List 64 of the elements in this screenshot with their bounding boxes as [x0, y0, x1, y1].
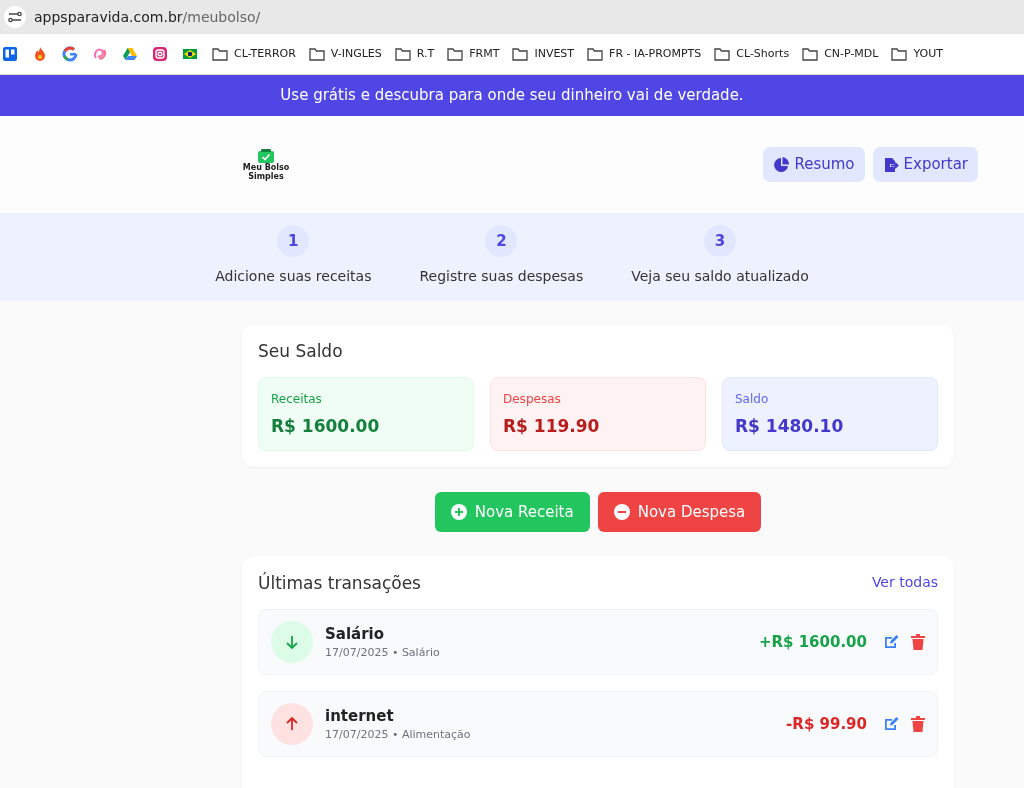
folder-icon — [587, 47, 604, 61]
bookmark-folder[interactable]: V-INGLES — [308, 45, 382, 63]
edit-icon[interactable] — [883, 716, 899, 733]
bookmark-folder[interactable]: R.T — [394, 45, 435, 63]
bookmark-folder[interactable]: FRMT — [447, 45, 500, 63]
promo-banner: Use grátis e descubra para onde seu dinheiro vai de verdade. — [0, 75, 1024, 116]
card-label: Receitas — [271, 391, 323, 409]
plus-circle-icon — [450, 504, 467, 521]
board-icon[interactable] — [2, 46, 18, 62]
folder-icon — [891, 47, 908, 61]
view-all-link[interactable]: Ver todas — [871, 572, 938, 594]
folder-icon — [447, 47, 464, 61]
transaction-amount: +R$ 1600.00 — [758, 632, 867, 654]
card-value: R$ 1480.10 — [735, 415, 845, 439]
folder-icon — [714, 47, 731, 61]
triangle-logo-icon[interactable] — [122, 46, 138, 62]
transaction-amount: -R$ 99.90 — [786, 714, 867, 736]
step-label: Registre suas despesas — [419, 267, 584, 286]
card-label: Despesas — [503, 391, 562, 409]
step-label: Veja seu saldo atualizado — [631, 267, 809, 286]
up-arrow-icon — [284, 716, 300, 733]
transaction-name: Salário — [325, 623, 386, 645]
transaction-meta: 17/07/2025 • Alimentação — [325, 727, 472, 744]
pie-chart-icon — [773, 156, 790, 173]
bookmark-folder[interactable]: INVEST — [512, 45, 575, 63]
flag-icon[interactable] — [182, 46, 198, 62]
action-button[interactable]: Nova Despesa — [597, 492, 762, 533]
folder-icon — [308, 47, 325, 61]
transaction-name: internet — [325, 705, 395, 727]
card-label: Saldo — [735, 391, 770, 409]
bookmark-folder[interactable]: YOUT — [891, 45, 943, 63]
step-label: Adicione suas receitas — [215, 267, 372, 286]
header-button[interactable]: Exportar — [872, 147, 978, 182]
camera-icon[interactable] — [152, 46, 168, 62]
step-number: 2 — [485, 225, 518, 257]
card-value: R$ 1600.00 — [271, 415, 381, 439]
bookmark-folder[interactable]: CL-TERROR — [212, 45, 296, 63]
file-export-icon — [882, 156, 899, 173]
card-value: R$ 119.90 — [503, 415, 601, 439]
flame-icon[interactable] — [32, 46, 48, 62]
step-number: 3 — [704, 225, 736, 257]
swirl-icon[interactable] — [92, 46, 108, 62]
ring-logo-icon[interactable] — [62, 46, 78, 62]
trash-icon[interactable] — [911, 716, 925, 733]
panel-title: Últimas transações — [258, 572, 421, 594]
folder-icon — [394, 47, 411, 61]
minus-circle-icon — [613, 504, 630, 521]
logo-text: Meu Bolso Simples — [242, 163, 290, 182]
folder-icon — [512, 47, 529, 61]
transaction-meta: 17/07/2025 • Salário — [325, 645, 441, 662]
down-arrow-icon — [284, 634, 300, 651]
bookmark-folder[interactable]: CN-P-MDL — [802, 45, 879, 63]
bookmark-folder[interactable]: FR - IA-PROMPTS — [587, 45, 702, 63]
edit-icon[interactable] — [883, 634, 899, 651]
trash-icon[interactable] — [911, 634, 925, 651]
wallet-check-icon — [257, 147, 275, 164]
bookmark-folder[interactable]: CL-Shorts — [714, 45, 790, 63]
site-settings-icon[interactable] — [4, 6, 26, 28]
header-button[interactable]: Resumo — [763, 147, 865, 182]
panel-title: Seu Saldo — [258, 341, 344, 362]
url-field[interactable]: appsparavida.com.br/meubolso/ — [34, 6, 261, 28]
step-number: 1 — [277, 225, 310, 257]
folder-icon — [802, 47, 819, 61]
folder-icon — [212, 47, 228, 61]
